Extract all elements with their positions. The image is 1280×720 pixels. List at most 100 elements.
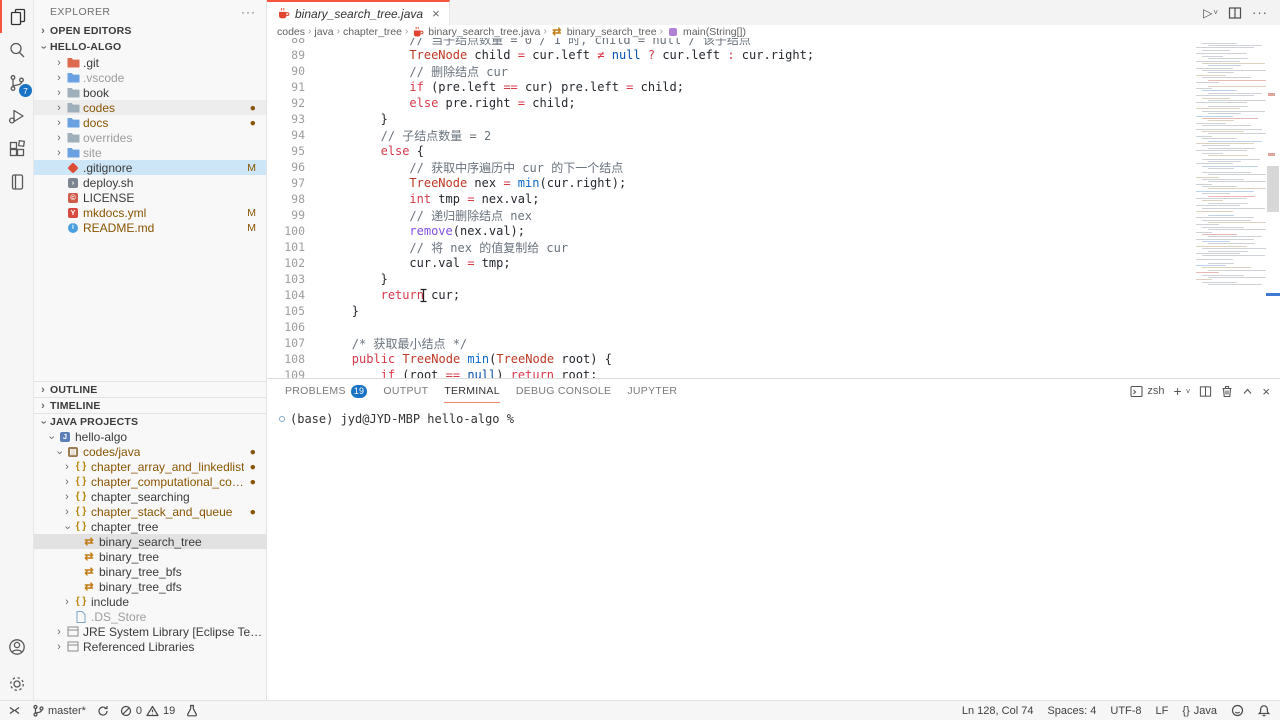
code-line-109[interactable]: 109if (root == null) return root; bbox=[267, 367, 1280, 378]
shell-selector[interactable]: zsh bbox=[1130, 385, 1164, 398]
java-node-binary-tree[interactable]: ⇄binary_tree bbox=[34, 549, 266, 564]
split-editor-icon[interactable] bbox=[1228, 6, 1242, 20]
terminal[interactable]: (base) jyd@JYD-MBP hello-algo % bbox=[267, 403, 1280, 700]
file-overrides[interactable]: ›overrides bbox=[34, 130, 266, 145]
java-node-jre-system-library-eclipse-temurin-17-17-[interactable]: ›JRE System Library [Eclipse Temurin 17 … bbox=[34, 624, 266, 639]
indentation-status[interactable]: Spaces: 4 bbox=[1047, 705, 1096, 717]
chevron-right-icon[interactable]: › bbox=[52, 641, 66, 653]
breadcrumb-item[interactable]: binary_search_tree.java bbox=[411, 25, 540, 38]
code-line-96[interactable]: 96// 获取中序遍历中 cur 的下一个结点 bbox=[267, 159, 1280, 175]
file-license[interactable]: ©LICENSE bbox=[34, 190, 266, 205]
java-node-chapter-stack-and-queue[interactable]: ›{ }chapter_stack_and_queue● bbox=[34, 504, 266, 519]
code-line-90[interactable]: 90// 删除结点 cur bbox=[267, 63, 1280, 79]
explorer-icon[interactable] bbox=[0, 0, 34, 33]
panel-tab-debug-console[interactable]: DEBUG CONSOLE bbox=[516, 379, 612, 403]
java-node-chapter-searching[interactable]: ›{ }chapter_searching bbox=[34, 489, 266, 504]
run-debug-icon[interactable] bbox=[0, 99, 34, 132]
tests-status[interactable] bbox=[186, 704, 198, 717]
kill-terminal-trash-icon[interactable] bbox=[1221, 385, 1233, 398]
code-line-107[interactable]: 107/* 获取最小结点 */ bbox=[267, 335, 1280, 351]
extensions-icon[interactable] bbox=[0, 132, 34, 165]
code-line-89[interactable]: 89TreeNode child = cur.left ≠ null ? cur… bbox=[267, 47, 1280, 63]
language-mode[interactable]: {} Java bbox=[1182, 705, 1217, 717]
breadcrumb-item[interactable]: java bbox=[314, 26, 333, 38]
code-line-99[interactable]: 99// 递归删除结点 nex bbox=[267, 207, 1280, 223]
file-mkdocs-yml[interactable]: Ymkdocs.ymlM bbox=[34, 205, 266, 220]
java-node-chapter-computational-complexity[interactable]: ›{ }chapter_computational_complexity● bbox=[34, 474, 266, 489]
chevron-right-icon[interactable]: › bbox=[52, 117, 66, 129]
java-node-include[interactable]: ›{ }include bbox=[34, 594, 266, 609]
chevron-down-icon[interactable]: › bbox=[54, 445, 66, 459]
chevron-right-icon[interactable]: › bbox=[60, 476, 74, 488]
cursor-position[interactable]: Ln 128, Col 74 bbox=[962, 705, 1034, 717]
panel-tab-jupyter[interactable]: JUPYTER bbox=[627, 379, 677, 403]
code-line-106[interactable]: 106 bbox=[267, 319, 1280, 335]
code-line-91[interactable]: 91if (pre.left == cur) pre.left = child; bbox=[267, 79, 1280, 95]
terminal-dropdown-icon[interactable]: ˅ bbox=[1186, 387, 1191, 396]
breadcrumb-item[interactable]: main(String[]) bbox=[666, 25, 746, 38]
breadcrumb-item[interactable]: chapter_tree bbox=[343, 26, 402, 38]
chevron-right-icon[interactable]: › bbox=[52, 147, 66, 159]
source-control-icon[interactable]: 7 bbox=[0, 66, 34, 99]
chevron-right-icon[interactable]: › bbox=[52, 87, 66, 99]
panel-tab-output[interactable]: OUTPUT bbox=[383, 379, 428, 403]
java-projects-section[interactable]: › JAVA PROJECTS bbox=[34, 413, 266, 429]
java-node-hello-algo[interactable]: ›Jhello-algo bbox=[34, 429, 266, 444]
new-terminal-icon[interactable]: + bbox=[1174, 383, 1182, 399]
notifications-bell[interactable] bbox=[1258, 704, 1270, 717]
maximize-panel-icon[interactable] bbox=[1242, 386, 1253, 397]
encoding-status[interactable]: UTF-8 bbox=[1110, 705, 1141, 717]
chevron-right-icon[interactable]: › bbox=[52, 626, 66, 638]
problems-status[interactable]: 0 19 bbox=[120, 705, 175, 717]
java-node-binary-search-tree[interactable]: ⇄binary_search_tree bbox=[34, 534, 266, 549]
minimap[interactable] bbox=[1192, 40, 1266, 378]
breadcrumb-item[interactable]: ⇄binary_search_tree bbox=[550, 25, 657, 38]
chevron-right-icon[interactable]: › bbox=[60, 491, 74, 503]
chevron-right-icon[interactable]: › bbox=[60, 596, 74, 608]
notebook-icon[interactable] bbox=[0, 165, 34, 198]
run-button[interactable]: ▷ ˅ bbox=[1203, 6, 1218, 20]
explorer-more-actions[interactable]: ··· bbox=[241, 5, 256, 19]
code-line-94[interactable]: 94// 子结点数量 = 2 bbox=[267, 127, 1280, 143]
breadcrumb-item[interactable]: codes bbox=[277, 26, 305, 38]
timeline-section[interactable]: › TIMELINE bbox=[34, 397, 266, 413]
tab-close-icon[interactable]: × bbox=[432, 6, 440, 21]
git-branch-status[interactable]: master* bbox=[32, 704, 86, 717]
code-line-108[interactable]: 108public TreeNode min(TreeNode root) { bbox=[267, 351, 1280, 367]
outline-section[interactable]: › OUTLINE bbox=[34, 381, 266, 397]
file-deploy-sh[interactable]: ›deploy.sh bbox=[34, 175, 266, 190]
close-panel-icon[interactable]: × bbox=[1262, 384, 1270, 399]
code-line-93[interactable]: 93} bbox=[267, 111, 1280, 127]
code-line-102[interactable]: 102cur.val = tmp; bbox=[267, 255, 1280, 271]
file--vscode[interactable]: ›.vscode bbox=[34, 70, 266, 85]
file-docs[interactable]: ›docs● bbox=[34, 115, 266, 130]
editor-scrollbar[interactable] bbox=[1267, 166, 1279, 212]
panel-tab-terminal[interactable]: TERMINAL bbox=[444, 379, 500, 403]
code-line-101[interactable]: 101// 将 nex 的值复制给 cur bbox=[267, 239, 1280, 255]
workspace-root-section[interactable]: › HELLO-ALGO bbox=[34, 39, 266, 55]
code-line-92[interactable]: 92else pre.right = child; bbox=[267, 95, 1280, 111]
java-node-referenced-libraries[interactable]: ›Referenced Libraries bbox=[34, 639, 266, 654]
file-readme-md[interactable]: iREADME.mdM bbox=[34, 220, 266, 235]
feedback-smiley[interactable] bbox=[1231, 704, 1244, 717]
chevron-right-icon[interactable]: › bbox=[52, 72, 66, 84]
panel-tab-problems[interactable]: PROBLEMS19 bbox=[285, 379, 367, 403]
remote-indicator[interactable] bbox=[8, 704, 21, 717]
code-line-105[interactable]: 105} bbox=[267, 303, 1280, 319]
file-book[interactable]: ›book bbox=[34, 85, 266, 100]
chevron-right-icon[interactable]: › bbox=[52, 57, 66, 69]
java-node-binary-tree-dfs[interactable]: ⇄binary_tree_dfs bbox=[34, 579, 266, 594]
file-codes[interactable]: ›codes● bbox=[34, 100, 266, 115]
run-dropdown-icon[interactable]: ˅ bbox=[1213, 8, 1218, 17]
more-actions-icon[interactable]: ··· bbox=[1252, 5, 1268, 20]
java-node-chapter-array-and-linkedlist[interactable]: ›{ }chapter_array_and_linkedlist● bbox=[34, 459, 266, 474]
tab-binary-search-tree[interactable]: binary_search_tree.java × bbox=[267, 0, 450, 25]
search-icon[interactable] bbox=[0, 33, 34, 66]
java-node-binary-tree-bfs[interactable]: ⇄binary_tree_bfs bbox=[34, 564, 266, 579]
java-node-chapter-tree[interactable]: ›{ }chapter_tree bbox=[34, 519, 266, 534]
chevron-down-icon[interactable]: › bbox=[46, 430, 58, 444]
file--git[interactable]: ›.git bbox=[34, 55, 266, 70]
code-line-98[interactable]: 98int tmp = nex.val; bbox=[267, 191, 1280, 207]
java-node--ds-store[interactable]: .DS_Store bbox=[34, 609, 266, 624]
code-line-95[interactable]: 95else { bbox=[267, 143, 1280, 159]
